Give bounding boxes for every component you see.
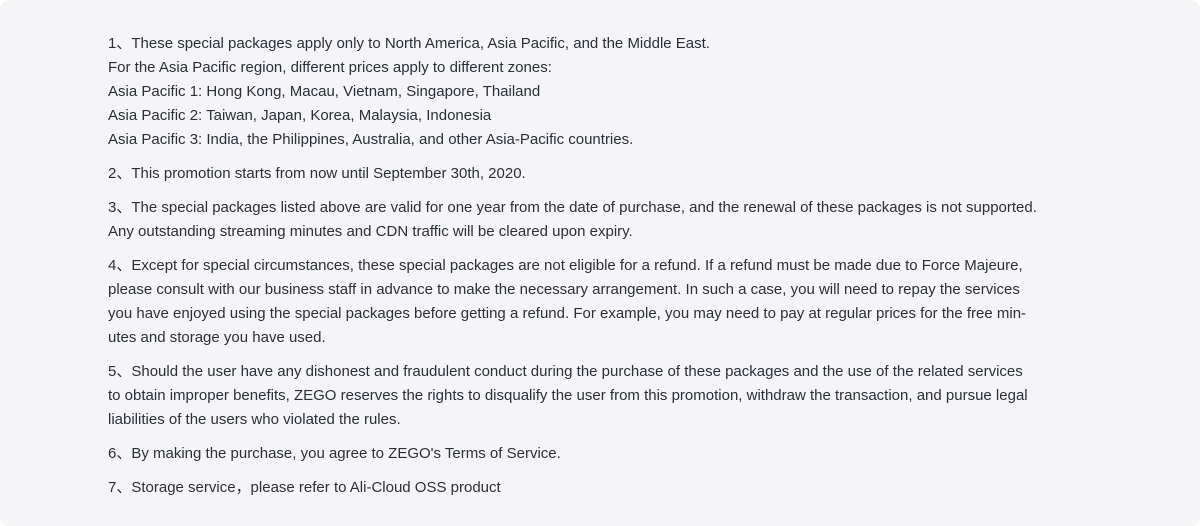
term-item-2: 2、This promotion starts from now until S…	[108, 162, 1092, 186]
term-item-5: 5、Should the user have any dishonest and…	[108, 360, 1092, 432]
term-item-6: 6、By making the purchase, you agree to Z…	[108, 442, 1092, 466]
term-line: 6、By making the purchase, you agree to Z…	[108, 445, 561, 462]
term-line: 1、These special packages apply only to N…	[108, 35, 710, 52]
term-line: you have enjoyed using the special packa…	[108, 305, 1027, 322]
term-line: 2、This promotion starts from now until S…	[108, 165, 526, 182]
term-item-7: 7、Storage service，please refer to Ali-Cl…	[108, 476, 1092, 500]
term-line: 7、Storage service，please refer to Ali-Cl…	[108, 479, 501, 496]
term-line: 5、Should the user have any dishonest and…	[108, 363, 1023, 380]
term-line: Asia Pacific 2: Taiwan, Japan, Korea, Ma…	[108, 107, 492, 124]
term-line: utes and storage you have used.	[108, 329, 326, 346]
term-line: liabilities of the users who violated th…	[108, 411, 401, 428]
term-line: please consult with our business staff i…	[108, 281, 1020, 298]
term-line: 3、The special packages listed above are …	[108, 199, 1037, 216]
term-line: 4、Except for special circumstances, thes…	[108, 257, 1023, 274]
term-line: Asia Pacific 1: Hong Kong, Macau, Vietna…	[108, 83, 541, 100]
terms-card: 1、These special packages apply only to N…	[0, 0, 1200, 526]
term-line: to obtain improper benefits, ZEGO reserv…	[108, 387, 1028, 404]
term-item-3: 3、The special packages listed above are …	[108, 196, 1092, 244]
term-line: For the Asia Pacific region, different p…	[108, 59, 552, 76]
term-line: Any outstanding streaming minutes and CD…	[108, 223, 633, 240]
term-item-1: 1、These special packages apply only to N…	[108, 32, 1092, 152]
term-line: Asia Pacific 3: India, the Philippines, …	[108, 131, 634, 148]
term-item-4: 4、Except for special circumstances, thes…	[108, 254, 1092, 350]
